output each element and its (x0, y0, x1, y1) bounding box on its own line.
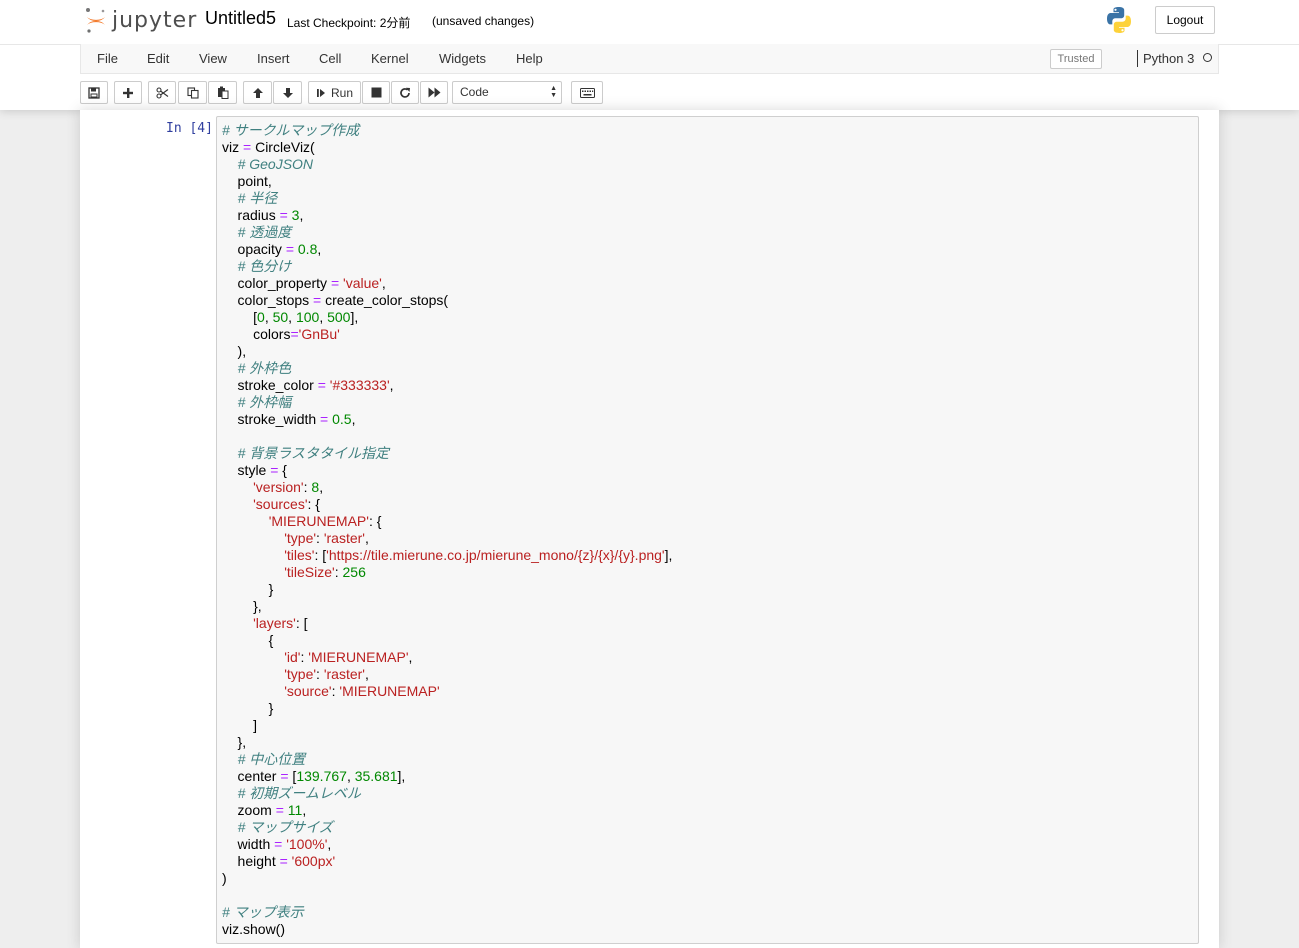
copy-button[interactable] (178, 81, 207, 104)
jupyter-logo[interactable]: jupyter (84, 4, 197, 36)
interrupt-button[interactable] (362, 81, 390, 104)
select-arrows-icon: ▲ ▼ (550, 85, 557, 99)
copy-icon (186, 86, 199, 99)
cell-type-value: Code (460, 85, 489, 99)
stop-icon (371, 87, 381, 98)
restart-button[interactable] (391, 81, 419, 104)
jupyter-logo-icon (86, 8, 105, 33)
notebook-name[interactable]: Untitled5 (205, 8, 276, 29)
autosave-status: (unsaved changes) (432, 14, 535, 28)
refresh-icon (400, 87, 410, 98)
menu-insert[interactable]: Insert (257, 51, 290, 66)
insert-cell-button[interactable] (114, 81, 142, 104)
menu-cell[interactable]: Cell (319, 51, 341, 66)
keyboard-icon (579, 87, 595, 98)
menu-widgets[interactable]: Widgets (439, 51, 486, 66)
kernel-idle-icon (1203, 53, 1212, 62)
code-content[interactable]: # サークルマップ作成 viz = CircleViz( # GeoJSON p… (222, 122, 672, 938)
restart-run-all-button[interactable] (420, 81, 448, 104)
code-cell-editor[interactable]: # サークルマップ作成 viz = CircleViz( # GeoJSON p… (216, 116, 1199, 944)
save-button[interactable] (80, 81, 108, 104)
run-button[interactable]: Run (308, 81, 361, 104)
fast-forward-icon (428, 87, 440, 98)
paste-icon (217, 86, 228, 99)
move-down-button[interactable] (273, 81, 302, 104)
notebook-header: jupyter Untitled5 Last Checkpoint: 2分前 (… (0, 0, 1299, 110)
plus-icon (123, 87, 133, 98)
menu-edit[interactable]: Edit (147, 51, 169, 66)
kernel-separator (1137, 50, 1138, 67)
kernel-name: Python 3 (1143, 51, 1195, 66)
cut-button[interactable] (148, 81, 176, 104)
arrow-up-icon (252, 87, 263, 98)
input-prompt: In [4]: (166, 121, 221, 136)
save-icon (88, 86, 100, 99)
step-forward-icon (316, 88, 325, 97)
top-bar: jupyter Untitled5 Last Checkpoint: 2分前 (… (0, 0, 1299, 45)
menu-kernel[interactable]: Kernel (371, 51, 409, 66)
menu-view[interactable]: View (199, 51, 227, 66)
python-logo-icon (1107, 7, 1131, 33)
cell-type-select[interactable]: Code ▲ ▼ (452, 81, 562, 104)
menu-bar: File Edit View Insert Cell Kernel Widget… (80, 44, 1219, 74)
menu-file[interactable]: File (97, 51, 118, 66)
command-palette-button[interactable] (571, 81, 603, 104)
menu-help[interactable]: Help (516, 51, 543, 66)
logout-button[interactable]: Logout (1155, 6, 1215, 34)
notebook-container: In [4]: # サークルマップ作成 viz = CircleViz( # G… (80, 110, 1219, 948)
trusted-indicator[interactable]: Trusted (1050, 49, 1102, 69)
paste-button[interactable] (208, 81, 237, 104)
arrow-down-icon (282, 87, 293, 98)
logo-text: jupyter (112, 7, 198, 33)
move-up-button[interactable] (243, 81, 272, 104)
scissors-icon (155, 86, 168, 99)
run-label: Run (330, 85, 353, 100)
last-checkpoint: Last Checkpoint: 2分前 (287, 16, 411, 30)
